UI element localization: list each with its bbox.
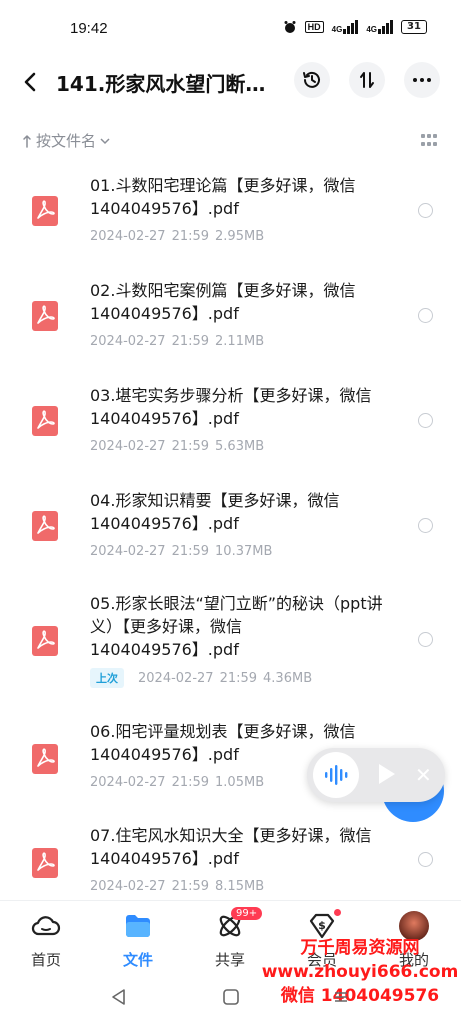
cloud-icon (31, 916, 61, 936)
pdf-icon (32, 301, 58, 331)
pdf-icon (32, 406, 58, 436)
file-name: 02.斗数阳宅案例篇【更多好课，微信1404049576】.pdf (90, 281, 356, 323)
system-home-icon[interactable] (222, 988, 240, 1006)
hd-icon: HD (304, 21, 324, 33)
chevron-left-icon (24, 72, 36, 92)
back-button[interactable] (14, 66, 46, 98)
sort-dropdown[interactable]: 按文件名 (22, 130, 110, 151)
file-name: 04.形家知识精要【更多好课，微信1404049576】.pdf (90, 491, 340, 533)
select-radio[interactable] (418, 518, 433, 533)
floating-player[interactable]: ✕ (307, 748, 445, 802)
select-radio[interactable] (418, 632, 433, 647)
folder-icon (126, 915, 150, 937)
select-radio[interactable] (418, 852, 433, 867)
pdf-icon (32, 744, 58, 774)
file-name: 07.住宅风水知识大全【更多好课，微信1404049576】.pdf (90, 826, 372, 868)
select-radio[interactable] (418, 308, 433, 323)
signal-icon: 4G (332, 20, 359, 34)
file-meta: 2024-02-27 21:59 10.37MB (90, 544, 273, 559)
share-badge: 99+ (231, 907, 263, 920)
page-title: 141.形家风水望门断… (56, 72, 266, 96)
close-icon[interactable]: ✕ (415, 763, 432, 787)
sort-arrows-icon (360, 72, 374, 88)
file-meta: 2024-02-27 21:59 2.11MB (90, 334, 265, 349)
alarm-icon (284, 21, 296, 33)
file-meta: 2024-02-27 21:59 5.63MB (90, 439, 265, 454)
file-meta: 2024-02-27 21:59 1.05MB (90, 775, 265, 790)
app-bar: 141.形家风水望门断… (0, 58, 461, 106)
vip-dot-badge (334, 909, 341, 916)
tab-home[interactable]: 首页 (16, 911, 76, 970)
watermark-line1: 万千周易资源网 (300, 938, 420, 958)
chevron-down-icon (100, 137, 110, 144)
more-button[interactable] (404, 62, 440, 98)
file-name: 05.形家长眼法“望门立断”的秘诀（ppt讲义）【更多好课，微信14040495… (90, 594, 383, 659)
system-nav-bar (0, 980, 461, 1024)
system-recents-icon[interactable] (332, 988, 350, 1006)
sort-bar: 按文件名 (0, 126, 461, 156)
battery-icon: 31 (401, 20, 427, 34)
tab-files-label: 文件 (122, 951, 153, 969)
history-icon (303, 71, 320, 88)
sound-wave-icon (325, 765, 348, 785)
status-bar: 19:42 HD 4G 4G 31 (0, 0, 461, 56)
file-meta: 2024-02-27 21:59 2.95MB (90, 229, 265, 244)
last-opened-badge: 上次 (90, 668, 124, 688)
pdf-icon (32, 196, 58, 226)
more-dots-icon (413, 78, 431, 82)
status-icons: HD 4G 4G 31 (283, 20, 427, 34)
tab-share-label: 共享 (214, 951, 245, 969)
tab-home-label: 首页 (30, 951, 61, 969)
status-time: 19:42 (70, 20, 108, 37)
pdf-icon (32, 848, 58, 878)
select-radio[interactable] (418, 203, 433, 218)
select-radio[interactable] (418, 413, 433, 428)
history-button[interactable] (294, 62, 330, 98)
tab-files[interactable]: 文件 (108, 911, 168, 970)
file-name: 03.堪宅实务步骤分析【更多好课，微信1404049576】.pdf (90, 386, 372, 428)
play-icon[interactable] (377, 762, 397, 786)
pdf-icon (32, 511, 58, 541)
file-meta: 2024-02-27 21:59 8.15MB (90, 879, 265, 894)
tab-share[interactable]: 99+ 共享 (200, 907, 263, 970)
sort-order-button[interactable] (349, 62, 385, 98)
arrow-up-icon (23, 134, 31, 148)
pdf-icon (32, 626, 58, 656)
voice-wave-button[interactable] (313, 752, 359, 798)
signal-icon-2: 4G (366, 20, 393, 34)
sort-label: 按文件名 (36, 132, 97, 150)
grid-view-icon[interactable] (421, 134, 437, 148)
system-back-icon[interactable] (110, 988, 128, 1006)
svg-text:$: $ (318, 919, 326, 932)
file-name: 01.斗数阳宅理论篇【更多好课，微信1404049576】.pdf (90, 176, 356, 218)
file-meta: 上次 2024-02-27 21:59 4.36MB (90, 668, 312, 688)
